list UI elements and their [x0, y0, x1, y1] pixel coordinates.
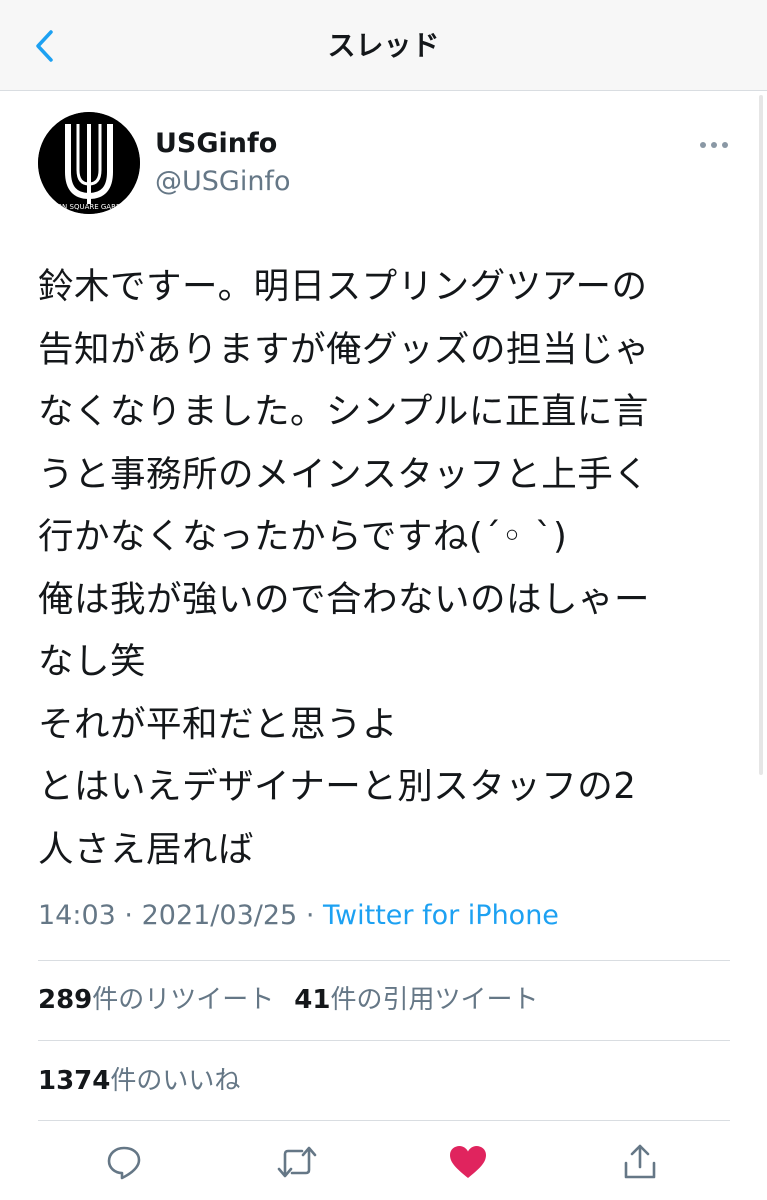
- likes-stats-row: 1374件のいいね: [38, 1063, 240, 1099]
- more-button[interactable]: [694, 130, 734, 160]
- tweet-text: 鈴木ですー。明日スプリングツアーの 告知がありますが俺グッズの担当じゃ なくなり…: [38, 266, 651, 870]
- display-name[interactable]: USGinfo: [155, 126, 277, 162]
- tweet-source-link[interactable]: Twitter for iPhone: [323, 900, 559, 931]
- divider: [38, 960, 730, 961]
- like-icon: [450, 1146, 486, 1178]
- share-button[interactable]: [616, 1138, 664, 1186]
- scrollbar[interactable]: [759, 95, 763, 775]
- retweet-stats-row: 289件のリツイート 41件の引用ツイート: [38, 982, 539, 1018]
- divider: [38, 1040, 730, 1041]
- reply-button[interactable]: [100, 1138, 148, 1186]
- retweets-stat[interactable]: 289件のリツイート: [38, 985, 274, 1015]
- meta-separator: ·: [305, 900, 315, 931]
- reply-icon: [107, 1146, 141, 1180]
- tweet-date: 2021/03/25: [141, 900, 298, 931]
- band-logo-icon: USON SQUARE GARDEN: [38, 112, 140, 214]
- likes-count: 1374: [38, 1066, 111, 1096]
- retweets-label: 件のリツイート: [92, 985, 275, 1015]
- divider: [38, 1120, 730, 1121]
- retweet-button[interactable]: [273, 1138, 321, 1186]
- header-bar: スレッド: [0, 0, 767, 91]
- retweets-count: 289: [38, 985, 93, 1015]
- like-button[interactable]: [444, 1138, 492, 1186]
- avatar-text: USON SQUARE GARDEN: [47, 203, 131, 211]
- avatar[interactable]: USON SQUARE GARDEN: [38, 112, 140, 214]
- retweet-icon: [277, 1146, 317, 1178]
- tweet-meta: 14:03 · 2021/03/25 · Twitter for iPhone: [38, 898, 559, 934]
- likes-stat[interactable]: 1374件のいいね: [38, 1066, 240, 1096]
- meta-separator: ·: [124, 900, 133, 931]
- quotes-label: 件の引用ツイート: [330, 985, 539, 1015]
- quotes-count: 41: [294, 985, 331, 1015]
- share-icon: [624, 1144, 656, 1179]
- quotes-stat[interactable]: 41件の引用ツイート: [294, 985, 538, 1015]
- action-bar: [0, 1138, 767, 1190]
- more-horizontal-icon: [700, 142, 728, 148]
- user-handle[interactable]: @USGinfo: [155, 164, 290, 200]
- tweet-time: 14:03: [38, 900, 116, 931]
- page-title: スレッド: [327, 29, 440, 62]
- likes-label: 件のいいね: [110, 1066, 241, 1096]
